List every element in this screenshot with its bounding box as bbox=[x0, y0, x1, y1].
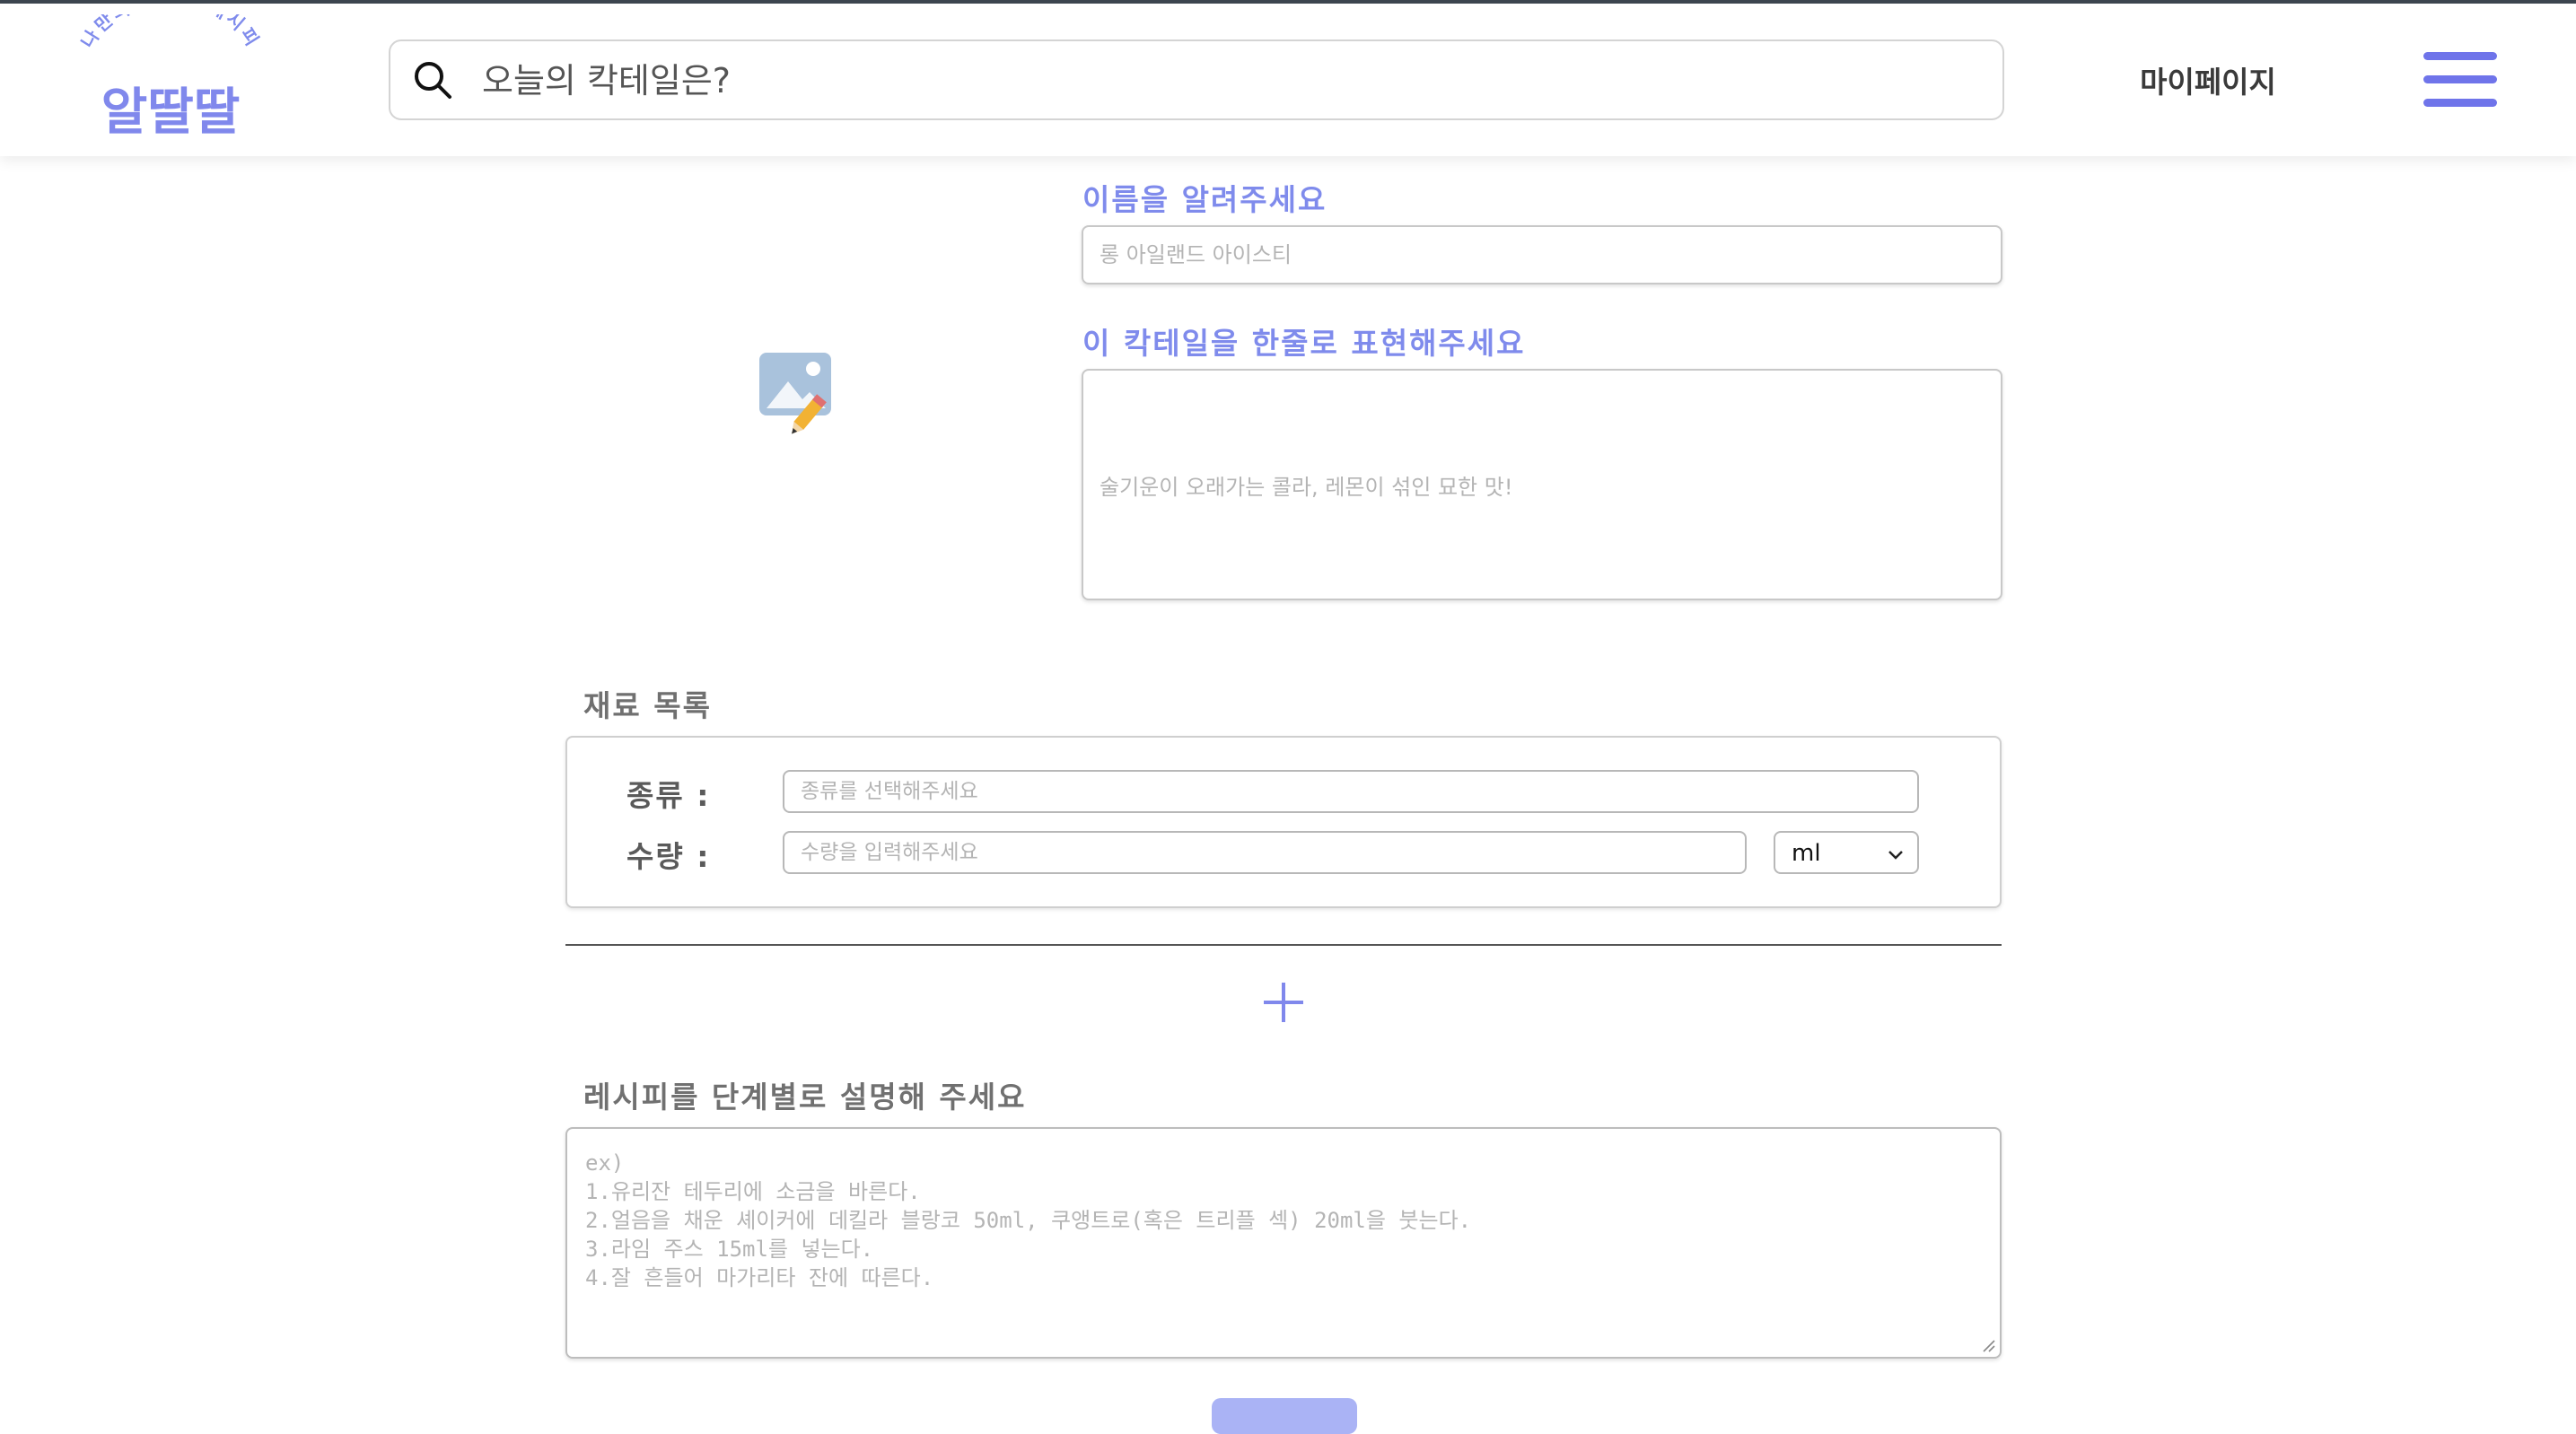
amount-label: 수량 : bbox=[626, 839, 711, 874]
chevron-down-icon bbox=[1888, 851, 1903, 860]
recipe-placeholder-line: 2.얼음을 채운 셰이커에 데킬라 블랑코 50ml, 쿠앵트로(혹은 트리플 … bbox=[585, 1208, 1472, 1233]
name-label: 이름을 알려주세요 bbox=[1082, 182, 1327, 217]
search-bar[interactable] bbox=[389, 39, 2004, 120]
ingredient-panel: 종류 : 수량 : ml bbox=[565, 736, 2002, 908]
logo-tagline: 나만의 칵테일 레시피 bbox=[76, 14, 262, 52]
recipe-title: 레시피를 단계별로 설명해 주세요 bbox=[583, 1080, 1027, 1115]
submit-button[interactable] bbox=[1212, 1398, 1357, 1434]
logo-name: 알딸딸 bbox=[101, 83, 241, 140]
plus-icon[interactable] bbox=[1261, 980, 1306, 1025]
unit-select[interactable]: ml bbox=[1774, 831, 1919, 874]
recipe-placeholder-line: 3.라임 주스 15ml를 넣는다. bbox=[585, 1237, 874, 1262]
ingredients-title: 재료 목록 bbox=[583, 688, 712, 723]
image-edit-icon[interactable] bbox=[754, 345, 844, 435]
mypage-link[interactable]: 마이페이지 bbox=[2127, 57, 2289, 108]
search-icon[interactable] bbox=[412, 59, 453, 101]
recipe-placeholder-line: ex) bbox=[585, 1150, 625, 1176]
logo[interactable]: 나만의 칵테일 레시피 알딸딸 bbox=[72, 14, 269, 140]
section-divider bbox=[565, 944, 2002, 946]
recipe-placeholder-line: 1.유리잔 테두리에 소금을 바른다. bbox=[585, 1179, 921, 1204]
type-input[interactable] bbox=[783, 770, 1919, 813]
description-label: 이 칵테일을 한줄로 표현해주세요 bbox=[1082, 326, 1526, 361]
logo-graphic: 나만의 칵테일 레시피 알딸딸 bbox=[76, 14, 265, 140]
description-placeholder: 술기운이 오래가는 콜라, 레몬이 섞인 묘한 맛! bbox=[1100, 474, 1513, 500]
search-input[interactable] bbox=[480, 48, 1988, 113]
header: 나만의 칵테일 레시피 알딸딸 마이페이지 bbox=[0, 4, 2576, 156]
name-input[interactable] bbox=[1082, 225, 2002, 284]
hamburger-menu-icon[interactable] bbox=[2423, 48, 2501, 111]
recipe-placeholder-line: 4.잘 흔들어 마가리타 잔에 따른다. bbox=[585, 1265, 934, 1290]
resize-grip-icon[interactable] bbox=[1980, 1337, 1996, 1353]
recipe-textarea[interactable]: ex) 1.유리잔 테두리에 소금을 바른다. 2.얼음을 채운 셰이커에 데킬… bbox=[565, 1127, 2002, 1359]
amount-input[interactable] bbox=[783, 831, 1747, 874]
type-label: 종류 : bbox=[626, 778, 711, 813]
description-input[interactable]: 술기운이 오래가는 콜라, 레몬이 섞인 묘한 맛! bbox=[1082, 369, 2002, 600]
unit-select-value: ml bbox=[1792, 840, 1821, 867]
svg-text:나만의 칵테일 레시피: 나만의 칵테일 레시피 bbox=[76, 14, 265, 52]
